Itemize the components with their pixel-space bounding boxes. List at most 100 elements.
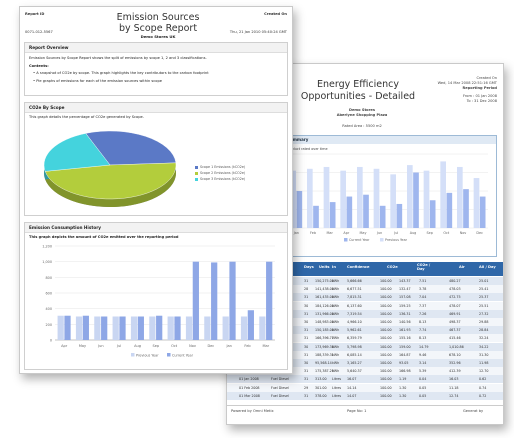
store-sub: Aberlyne Shopping Plaza [336, 113, 388, 117]
x-tick-label: Feb [244, 344, 251, 348]
table-cell: 100.00 [380, 385, 392, 390]
th-air: Air [459, 265, 465, 269]
table-cell: Litres [332, 377, 342, 382]
rated-area: Rated Area : 5500 m2 [342, 124, 382, 128]
th-in: In [332, 265, 336, 269]
bar-previous-mar [323, 166, 330, 228]
table-cell: 0.72 [479, 393, 487, 398]
table-cell: 143.37 [399, 279, 411, 283]
x-tick-label: Feb [310, 231, 316, 235]
table-cell: 25.41 [479, 287, 489, 292]
scope-pie-chart [43, 130, 177, 208]
table-cell: 472.75 [449, 295, 461, 300]
table-cell: 100.00 [380, 295, 392, 300]
table-cell: 8.13 [419, 336, 427, 341]
table-cell: 1.30 [399, 385, 407, 390]
overview-bullet-2: • Pie graphs of emissions for each of th… [33, 79, 162, 83]
table-cell: 100.00 [380, 369, 392, 374]
table-cell: 136.31 [399, 311, 411, 316]
table-cell: 1,010.86 [449, 344, 464, 349]
bar-current-mar [266, 261, 273, 340]
table-cell: 0.62 [479, 377, 487, 382]
table-cell: 100.00 [380, 328, 392, 333]
x-tick-label: Nov [189, 344, 196, 348]
bullet-1-text: A snapshot of CO2e by scope. This graph … [36, 71, 209, 75]
table-cell: 5.39 [419, 369, 427, 374]
table-cell: Litres [332, 385, 342, 390]
bar-current-jul [396, 203, 403, 228]
table-cell: 14.07 [347, 393, 357, 398]
table-cell: 31 [304, 352, 309, 357]
bar-previous-oct [167, 316, 174, 340]
table-cell: kWh [332, 287, 340, 292]
table-cell: 469.91 [449, 311, 461, 316]
table-cell: 132.47 [399, 287, 411, 292]
table-cell: 100.00 [380, 336, 392, 341]
legend-scope-3: Scope 3 Emissions (kCO2e) [195, 177, 245, 181]
row-type: Fuel Diesel [271, 393, 289, 398]
table-cell: kWh [332, 311, 340, 316]
table-cell: 498.37 [449, 320, 461, 324]
x-tick-label: Mar [263, 344, 270, 348]
table-cell: 25.01 [479, 279, 489, 283]
table-cell: 31 [304, 279, 309, 283]
table-cell: 31 [304, 377, 309, 382]
legend-swatch-previous [380, 238, 384, 242]
scope-heading: CO2e By Scope [25, 103, 287, 113]
table-cell: 157.08 [399, 295, 411, 300]
bar-previous-jan [222, 316, 229, 340]
table-cell: 30 [304, 344, 309, 349]
bar-current-oct [174, 316, 181, 340]
x-tick-label: Nov [460, 231, 467, 235]
x-tick-label: Dec [207, 344, 214, 348]
overview-contents-label: Contents: [29, 64, 49, 68]
table-cell: 5,640.37 [347, 369, 362, 374]
table-cell: 100.00 [380, 287, 392, 292]
bar-previous-feb [307, 168, 313, 228]
bar-current-may [363, 194, 369, 228]
table-cell: 31 [304, 393, 309, 398]
table-cell: kWh [332, 369, 340, 374]
table-cell: 480.27 [449, 279, 461, 283]
x-tick-label: Jun [97, 344, 103, 348]
scope-text: This graph details the percentage of CO2… [29, 115, 144, 119]
bar-previous-sep [149, 316, 156, 340]
table-cell: 30 [304, 303, 309, 308]
x-tick-label: Oct [171, 344, 178, 348]
bar-previous-jul [112, 316, 119, 340]
bar-previous-jun [373, 168, 380, 228]
report-title-line2: by Scope Report [118, 23, 198, 34]
table-cell: 12.70 [479, 369, 489, 374]
row-date: 01 Mar 2008 [239, 393, 260, 398]
table-cell: 30 [304, 320, 309, 324]
table-cell: 93.05 [399, 361, 409, 365]
table-cell: Litres [332, 393, 342, 398]
table-cell: 478.03 [449, 287, 461, 292]
bar-previous-dec [473, 178, 480, 228]
bar-previous-dec [204, 316, 211, 340]
x-tick-label: Oct [443, 231, 450, 235]
bar-current-feb [313, 205, 319, 228]
table-cell: 161.93 [399, 328, 411, 333]
table-cell: 100.00 [380, 352, 392, 357]
emission-sources-report-page: Report ID 0071-012-5567 Emission Sources… [19, 6, 293, 374]
bar-current-may [82, 315, 89, 340]
report-overview-section: Report Overview Emission Sources by Scop… [24, 42, 288, 96]
table-cell: 412.39 [449, 369, 461, 374]
bar-current-aug [413, 172, 419, 228]
row-type: Fuel Diesel [271, 377, 289, 382]
table-cell: 11.18 [449, 385, 459, 390]
report-id-label: Report ID [25, 12, 45, 16]
history-text: This graph depicts the amount of CO2e em… [29, 235, 179, 239]
table-row: 01 Mar 2008 Fuel Diesel 31 378.00 Litres 14.0… [227, 391, 503, 400]
legend-current-year: Current Year [349, 238, 370, 242]
summary-text: product rated over time [287, 147, 328, 151]
co2e-by-scope-section: CO2e By Scope This graph details the per… [24, 102, 288, 216]
legend-current-year: Current Year [172, 353, 194, 357]
table-cell: kWh [332, 295, 340, 300]
table-cell: 6,359.79 [347, 336, 362, 341]
y-tick-label: 0 [50, 339, 52, 343]
table-cell: 7.26 [419, 311, 427, 316]
table-cell: 6,137.60 [347, 303, 362, 308]
table-cell: 415.46 [449, 336, 461, 341]
